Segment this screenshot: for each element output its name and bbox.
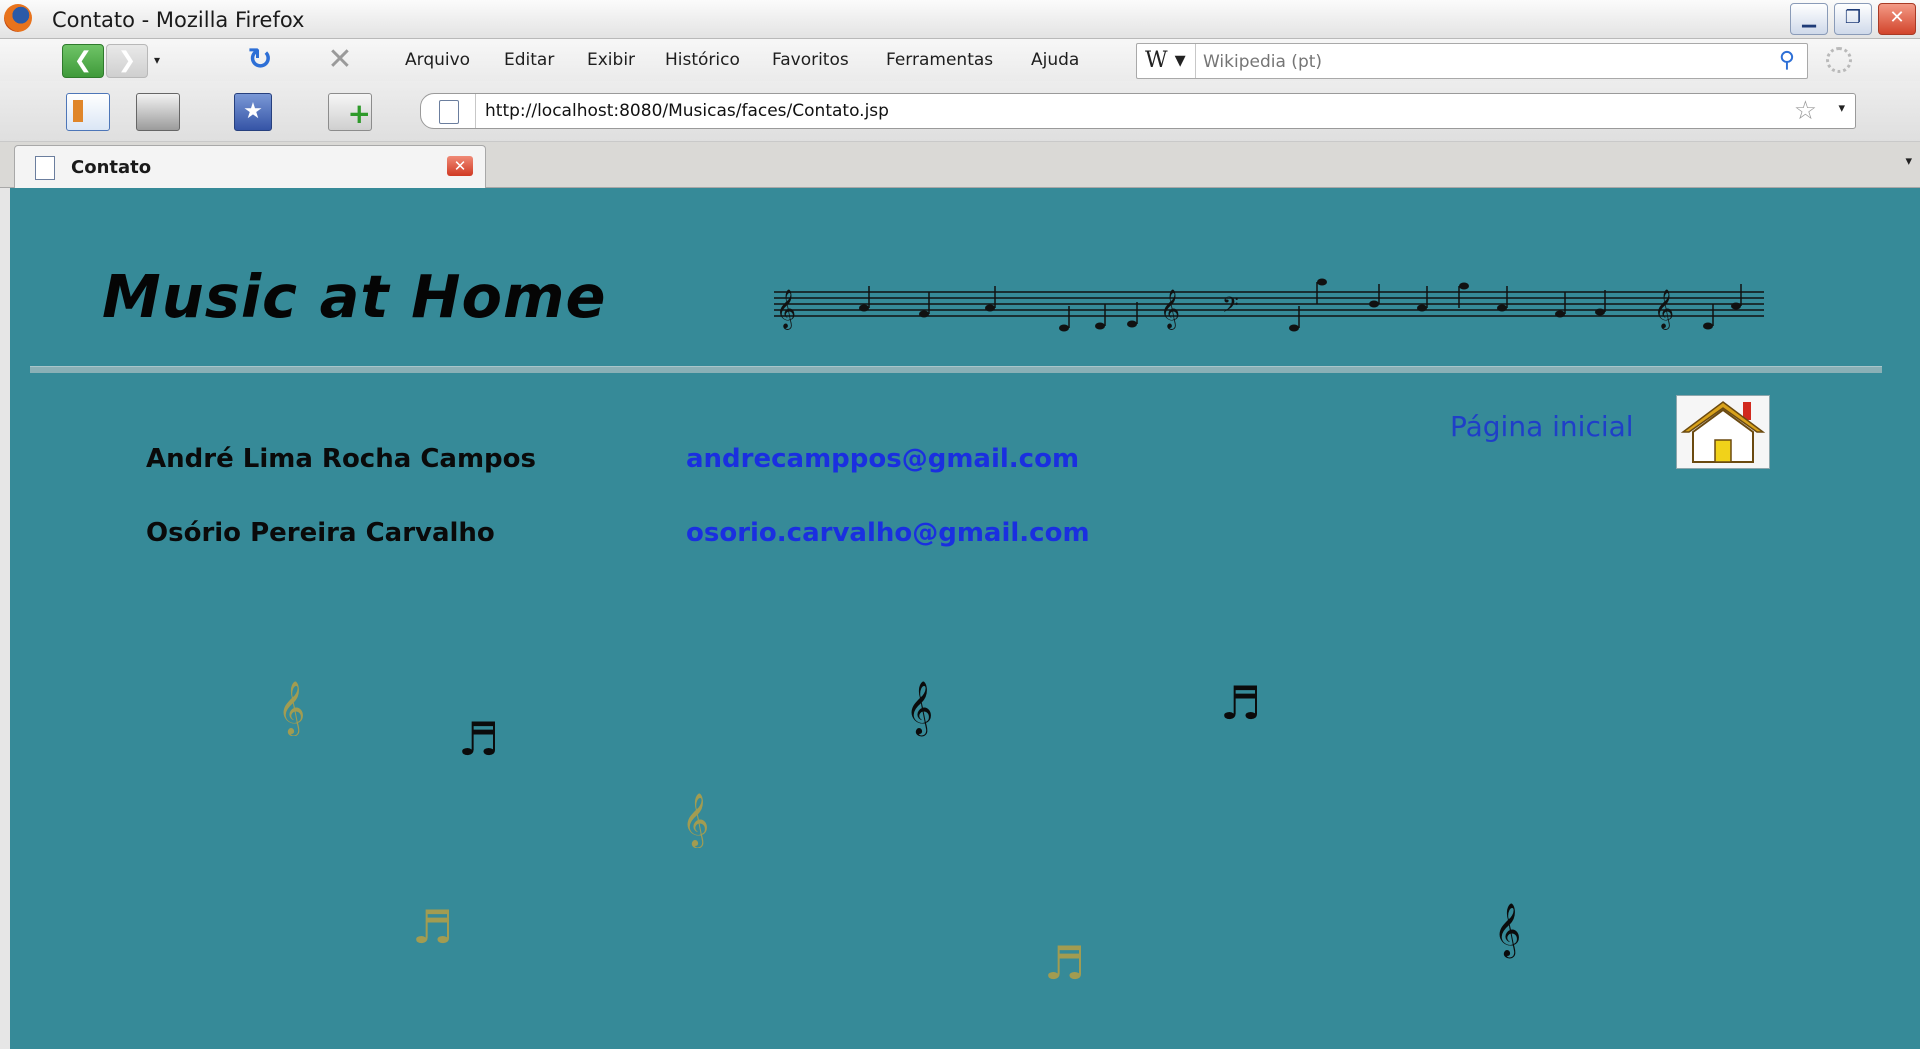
home-icon[interactable] bbox=[1676, 395, 1770, 469]
url-history-dropdown-icon[interactable]: ▾ bbox=[1838, 101, 1845, 116]
contact-email-link[interactable]: osorio.carvalho@gmail.com bbox=[686, 518, 1090, 548]
beamed-notes-icon: ♬ bbox=[412, 900, 454, 954]
home-page-link[interactable]: Página inicial bbox=[1450, 410, 1634, 443]
forward-button[interactable]: ❯ bbox=[106, 44, 148, 78]
tab-bar: Contato ✕ ▾ bbox=[0, 142, 1920, 188]
url-divider bbox=[475, 94, 476, 128]
tab-label: Contato bbox=[71, 157, 152, 178]
beamed-notes-icon: ♬ bbox=[1220, 676, 1262, 730]
tab-close-button[interactable]: ✕ bbox=[447, 156, 473, 176]
back-button[interactable]: ❮ bbox=[62, 44, 104, 78]
svg-text:𝄞: 𝄞 bbox=[1654, 289, 1674, 330]
page-icon bbox=[35, 156, 55, 180]
firefox-logo-icon bbox=[4, 4, 32, 32]
contact-name: Osório Pereira Carvalho bbox=[146, 518, 495, 548]
restore-button[interactable]: ❐ bbox=[1834, 3, 1872, 35]
history-dropdown-icon[interactable]: ▾ bbox=[148, 44, 166, 76]
svg-text:𝄞: 𝄞 bbox=[776, 289, 796, 330]
beamed-notes-icon: ♬ bbox=[1044, 936, 1086, 990]
beamed-notes-icon: ♬ bbox=[458, 712, 500, 766]
print-icon[interactable] bbox=[136, 93, 180, 131]
stop-button[interactable]: ✕ bbox=[320, 44, 360, 76]
svg-text:𝄞: 𝄞 bbox=[1160, 289, 1180, 330]
new-tab-icon[interactable]: + bbox=[328, 93, 372, 131]
close-window-button[interactable]: ✕ bbox=[1878, 3, 1916, 35]
menu-ajuda[interactable]: Ajuda bbox=[1031, 50, 1079, 70]
search-bar: W ▾ ⚲ bbox=[1136, 43, 1808, 80]
menu-ferramentas[interactable]: Ferramentas bbox=[886, 50, 993, 70]
svg-text:𝄢: 𝄢 bbox=[1222, 293, 1239, 323]
treble-clef-icon: 𝄞 bbox=[682, 792, 710, 846]
search-input[interactable] bbox=[1201, 44, 1725, 80]
address-toolbar: ★ + http://localhost:8080/Musicas/faces/… bbox=[0, 81, 1920, 142]
contact-name: André Lima Rocha Campos bbox=[146, 444, 536, 474]
minimize-button[interactable]: ▁ bbox=[1790, 3, 1828, 35]
address-bar[interactable]: http://localhost:8080/Musicas/faces/Cont… bbox=[420, 93, 1856, 129]
treble-clef-icon: 𝄞 bbox=[1494, 902, 1522, 956]
treble-clef-icon: 𝄞 bbox=[906, 680, 934, 734]
tab-contato[interactable]: Contato ✕ bbox=[14, 145, 486, 188]
menu-exibir[interactable]: Exibir bbox=[587, 50, 635, 70]
menu-editar[interactable]: Editar bbox=[504, 50, 554, 70]
header-divider bbox=[30, 366, 1882, 373]
contact-email-link[interactable]: andrecamppos@gmail.com bbox=[686, 444, 1079, 474]
loading-throbber-icon bbox=[1826, 47, 1852, 73]
search-engine-selector[interactable]: W ▾ bbox=[1137, 44, 1196, 78]
list-all-tabs-icon[interactable]: ▾ bbox=[1905, 154, 1912, 169]
sidebar-icon[interactable] bbox=[66, 93, 110, 131]
url-text[interactable]: http://localhost:8080/Musicas/faces/Cont… bbox=[485, 101, 889, 121]
page-identity-icon[interactable] bbox=[439, 100, 459, 124]
treble-clef-icon: 𝄞 bbox=[278, 680, 306, 734]
menu-arquivo[interactable]: Arquivo bbox=[405, 50, 470, 70]
bookmark-star-icon[interactable]: ☆ bbox=[1794, 96, 1817, 126]
bookmarks-icon[interactable]: ★ bbox=[234, 93, 272, 131]
menu-historico[interactable]: Histórico bbox=[665, 50, 740, 70]
window-titlebar: Contato - Mozilla Firefox ▁ ❐ ✕ bbox=[0, 0, 1920, 39]
page-content: Music at Home 𝄞 𝄞 𝄢 𝄞 Página inicial And… bbox=[10, 188, 1920, 1049]
menu-favoritos[interactable]: Favoritos bbox=[772, 50, 849, 70]
site-title: Music at Home bbox=[102, 262, 607, 331]
music-staff-banner: 𝄞 𝄞 𝄢 𝄞 bbox=[774, 278, 1764, 332]
search-icon[interactable]: ⚲ bbox=[1779, 48, 1795, 73]
window-title: Contato - Mozilla Firefox bbox=[52, 8, 305, 32]
reload-button[interactable]: ↻ bbox=[240, 44, 280, 76]
